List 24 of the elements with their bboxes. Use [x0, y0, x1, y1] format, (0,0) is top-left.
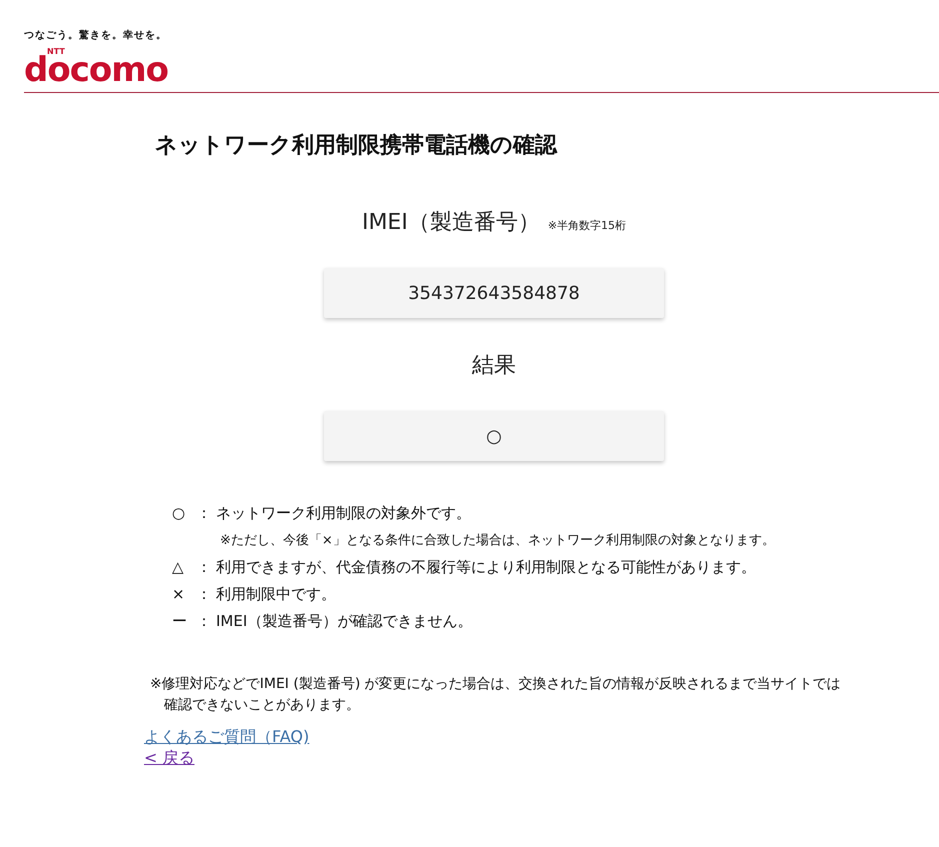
- legend-symbol: ○: [172, 503, 186, 524]
- page-title: ネットワーク利用制限携帯電話機の確認: [155, 133, 557, 159]
- legend-text: IMEI（製造番号）が確認できません。: [216, 611, 474, 632]
- legend-separator: ：: [196, 611, 212, 632]
- legend-symbol: △: [172, 557, 184, 578]
- legend-note: ※ただし、今後「×」となる条件に合致した場合は、ネットワーク利用制限の対象となります。: [220, 532, 776, 550]
- legend-separator: ：: [196, 503, 212, 524]
- legend-symbol: ×: [172, 584, 185, 605]
- footnote-text: ※修理対応などでIMEI (製造番号) が変更になった場合は、交換された旨の情報が反映されるまで当サイトでは確認できないことがあります。: [150, 675, 842, 715]
- imei-field[interactable]: 354372643584878: [324, 268, 664, 318]
- legend-separator: ：: [196, 557, 212, 578]
- legend-separator: ：: [196, 584, 212, 605]
- imei-label: IMEI（製造番号）: [362, 209, 540, 237]
- tagline-text: つなごう。驚きを。幸せを。: [24, 30, 167, 42]
- legend-symbol: ー: [172, 611, 187, 632]
- legend-text: 利用制限中です。: [216, 584, 337, 605]
- imei-note: ※半角数字15桁: [548, 218, 626, 233]
- result-field: ○: [324, 411, 664, 461]
- logo-small-text: NTT: [47, 47, 65, 56]
- back-link[interactable]: < 戻る: [144, 747, 194, 768]
- result-label: 結果: [472, 352, 516, 380]
- faq-link[interactable]: よくあるご質問（FAQ): [144, 726, 310, 747]
- legend-text: ネットワーク利用制限の対象外です。: [216, 503, 472, 524]
- legend-text: 利用できますが、代金債務の不履行等により利用制限となる可能性があります。: [216, 557, 757, 578]
